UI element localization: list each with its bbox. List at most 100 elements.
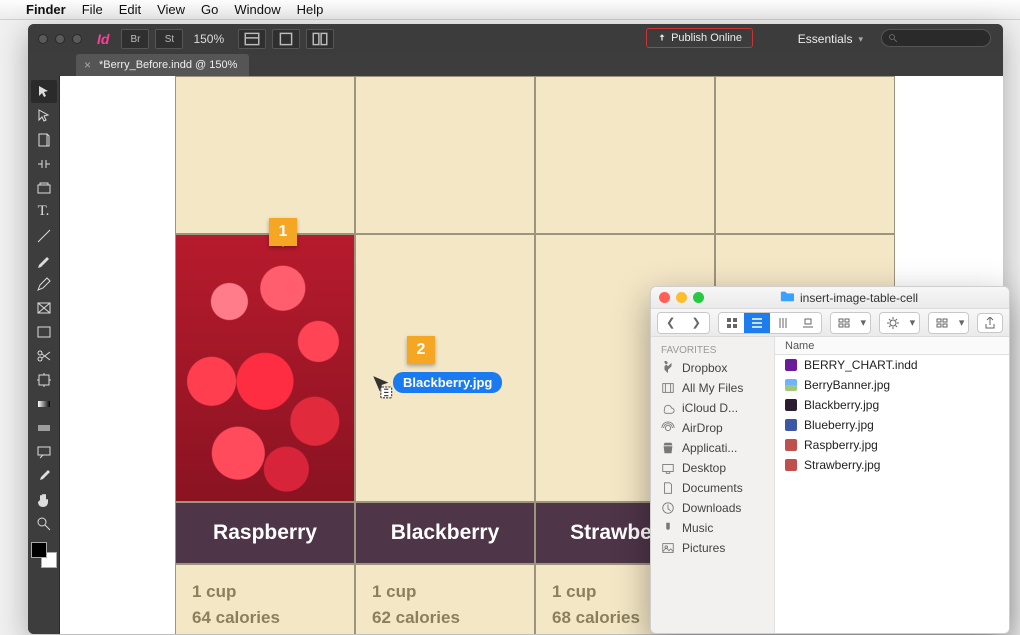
- file-name: Strawberry.jpg: [804, 458, 880, 472]
- menu-edit[interactable]: Edit: [119, 2, 141, 17]
- scissors-tool[interactable]: [31, 344, 57, 367]
- screen-mode-button[interactable]: [272, 29, 300, 49]
- table-cell[interactable]: [715, 76, 895, 234]
- sidebar-item[interactable]: Dropbox: [651, 358, 774, 378]
- sidebar-item[interactable]: Music: [651, 518, 774, 538]
- window-close-button[interactable]: [38, 34, 48, 44]
- rectangle-frame-tool[interactable]: [31, 296, 57, 319]
- image-cell-raspberry[interactable]: [175, 234, 355, 502]
- gradient-swatch-tool[interactable]: [31, 392, 57, 415]
- view-options-button[interactable]: [238, 29, 266, 49]
- note-tool[interactable]: [31, 440, 57, 463]
- zoom-tool[interactable]: [31, 512, 57, 535]
- table-cell[interactable]: [175, 76, 355, 234]
- table-cell[interactable]: [355, 76, 535, 234]
- content-collector-tool[interactable]: [31, 176, 57, 199]
- app-menu[interactable]: Finder: [26, 2, 66, 17]
- action-menu[interactable]: ▾: [906, 313, 920, 333]
- sidebar-item[interactable]: AirDrop: [651, 418, 774, 438]
- finder-minimize-button[interactable]: [676, 292, 687, 303]
- column-header-name[interactable]: Name: [775, 337, 1009, 355]
- sidebar-label: Downloads: [682, 501, 741, 515]
- file-row[interactable]: Blackberry.jpg: [775, 395, 1009, 415]
- callout-1: 1: [269, 218, 297, 246]
- zoom-level[interactable]: 150%: [193, 32, 224, 46]
- sidebar-item[interactable]: Applicati...: [651, 438, 774, 458]
- document-tabstrip: × *Berry_Before.indd @ 150%: [28, 54, 1003, 76]
- finder-titlebar[interactable]: insert-image-table-cell: [651, 287, 1009, 309]
- sidebar-label: Pictures: [682, 541, 725, 555]
- hand-tool[interactable]: [31, 488, 57, 511]
- share-button[interactable]: [977, 313, 1003, 333]
- serving-label: 1 cup: [192, 579, 338, 605]
- menu-help[interactable]: Help: [297, 2, 324, 17]
- table-info-cell: 1 cup 62 calories: [355, 564, 535, 634]
- sidebar-item[interactable]: Desktop: [651, 458, 774, 478]
- window-zoom-button[interactable]: [72, 34, 82, 44]
- sidebar-item[interactable]: Downloads: [651, 498, 774, 518]
- file-name: BerryBanner.jpg: [804, 378, 890, 392]
- arrange-button[interactable]: [306, 29, 334, 49]
- line-tool[interactable]: [31, 224, 57, 247]
- selection-tool[interactable]: [31, 80, 57, 103]
- direct-selection-tool[interactable]: [31, 104, 57, 127]
- back-button[interactable]: ❮: [658, 313, 683, 333]
- gap-tool[interactable]: [31, 152, 57, 175]
- upload-icon: [657, 33, 667, 43]
- image-cell-blackberry[interactable]: [355, 234, 535, 502]
- menu-view[interactable]: View: [157, 2, 185, 17]
- search-field[interactable]: [881, 29, 991, 47]
- page-tool[interactable]: [31, 128, 57, 151]
- stock-button[interactable]: St: [155, 29, 183, 49]
- sidebar-item[interactable]: Pictures: [651, 538, 774, 558]
- type-tool[interactable]: T.: [31, 200, 57, 223]
- action-group: ▾: [879, 312, 920, 334]
- bridge-button[interactable]: Br: [121, 29, 149, 49]
- pencil-tool[interactable]: [31, 272, 57, 295]
- action-button[interactable]: [880, 313, 905, 333]
- fill-swatch[interactable]: [31, 542, 47, 558]
- eyedropper-tool[interactable]: [31, 464, 57, 487]
- list-view-button[interactable]: [744, 313, 769, 333]
- column-view-button[interactable]: [770, 313, 795, 333]
- menu-file[interactable]: File: [82, 2, 103, 17]
- file-icon: [785, 459, 797, 471]
- icon-view-button[interactable]: [719, 313, 744, 333]
- file-name: Blackberry.jpg: [804, 398, 879, 412]
- finder-close-button[interactable]: [659, 292, 670, 303]
- tags-menu[interactable]: ▾: [955, 313, 969, 333]
- pen-tool[interactable]: [31, 248, 57, 271]
- workspace-switcher[interactable]: Essentials ▾: [798, 24, 863, 54]
- sidebar-item[interactable]: Documents: [651, 478, 774, 498]
- file-row[interactable]: Strawberry.jpg: [775, 455, 1009, 475]
- free-transform-tool[interactable]: [31, 368, 57, 391]
- search-icon: [888, 33, 898, 43]
- arrange-button[interactable]: [831, 313, 856, 333]
- sidebar-section-head: Favorites: [651, 343, 774, 358]
- sidebar-item[interactable]: All My Files: [651, 378, 774, 398]
- gradient-feather-tool[interactable]: [31, 416, 57, 439]
- nav-buttons: ❮ ❯: [657, 312, 710, 334]
- document-tab[interactable]: × *Berry_Before.indd @ 150%: [76, 54, 249, 76]
- tags-button[interactable]: [929, 313, 954, 333]
- file-row[interactable]: Blueberry.jpg: [775, 415, 1009, 435]
- menu-window[interactable]: Window: [234, 2, 280, 17]
- table-info-cell: 1 cup 64 calories: [175, 564, 355, 634]
- window-minimize-button[interactable]: [55, 34, 65, 44]
- rectangle-tool[interactable]: [31, 320, 57, 343]
- fill-stroke-swatch[interactable]: [31, 542, 57, 568]
- arrange-menu[interactable]: ▾: [856, 313, 870, 333]
- sidebar-label: All My Files: [682, 381, 743, 395]
- publish-online-button[interactable]: Publish Online: [646, 28, 753, 48]
- close-tab-icon[interactable]: ×: [84, 58, 91, 72]
- table-cell[interactable]: [535, 76, 715, 234]
- sidebar-item[interactable]: iCloud D...: [651, 398, 774, 418]
- finder-zoom-button[interactable]: [693, 292, 704, 303]
- forward-button[interactable]: ❯: [683, 313, 708, 333]
- file-row[interactable]: Raspberry.jpg: [775, 435, 1009, 455]
- file-row[interactable]: BERRY_CHART.indd: [775, 355, 1009, 375]
- menu-go[interactable]: Go: [201, 2, 218, 17]
- coverflow-view-button[interactable]: [795, 313, 820, 333]
- finder-file-list: Name BERRY_CHART.indd BerryBanner.jpg Bl…: [775, 337, 1009, 633]
- file-row[interactable]: BerryBanner.jpg: [775, 375, 1009, 395]
